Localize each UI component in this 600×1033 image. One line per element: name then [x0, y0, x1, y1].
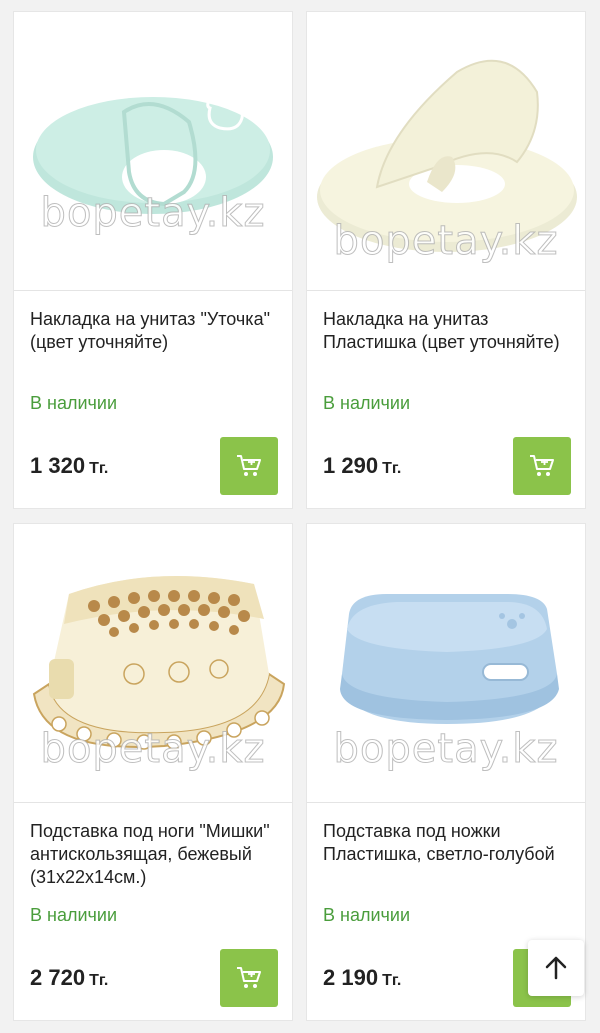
availability-status: В наличии: [30, 393, 118, 413]
product-price: 1 290 Тг.: [323, 453, 401, 479]
product-title[interactable]: Накладка на унитаз "Уточка" (цвет уточня…: [30, 308, 280, 354]
product-title[interactable]: Подставка под ножки Пластишка, светло-го…: [323, 820, 573, 866]
price-value: 2 720: [30, 965, 86, 990]
arrow-up-icon: [545, 956, 567, 980]
divider: [14, 802, 292, 803]
product-title[interactable]: Накладка на унитаз Пластишка (цвет уточн…: [323, 308, 573, 354]
watermark: bopetay.kz: [333, 218, 559, 265]
price-value: 1 320: [30, 453, 86, 478]
currency: Тг.: [382, 972, 402, 989]
divider: [307, 802, 585, 803]
availability-status: В наличии: [323, 905, 411, 925]
watermark: bopetay.kz: [40, 190, 266, 237]
divider: [307, 290, 585, 291]
price-value: 2 190: [323, 965, 379, 990]
product-price: 2 190 Тг.: [323, 965, 401, 991]
cart-icon: [530, 455, 554, 476]
price-value: 1 290: [323, 453, 379, 478]
product-card[interactable]: bopetay.kz Накладка на унитаз "Уточка" (…: [14, 12, 292, 508]
cart-icon: [237, 967, 261, 988]
cart-icon: [237, 455, 261, 476]
product-title[interactable]: Подставка под ноги "Мишки" антискользяща…: [30, 820, 280, 889]
product-price: 2 720 Тг.: [30, 965, 108, 991]
product-price: 1 320 Тг.: [30, 453, 108, 479]
currency: Тг.: [89, 460, 109, 477]
watermark: bopetay.kz: [40, 726, 266, 773]
availability-status: В наличии: [30, 905, 118, 925]
currency: Тг.: [382, 460, 402, 477]
product-card[interactable]: bopetay.kz Подставка под ноги "Мишки" ан…: [14, 524, 292, 1020]
product-image[interactable]: bopetay.kz: [14, 524, 292, 802]
product-card[interactable]: bopetay.kz Накладка на унитаз Пластишка …: [307, 12, 585, 508]
watermark: bopetay.kz: [333, 726, 559, 773]
add-to-cart-button[interactable]: [220, 437, 278, 495]
product-image[interactable]: bopetay.kz: [307, 524, 585, 802]
product-image[interactable]: bopetay.kz: [14, 12, 292, 290]
add-to-cart-button[interactable]: [220, 949, 278, 1007]
scroll-to-top-button[interactable]: [528, 940, 584, 996]
currency: Тг.: [89, 972, 109, 989]
availability-status: В наличии: [323, 393, 411, 413]
add-to-cart-button[interactable]: [513, 437, 571, 495]
product-image[interactable]: bopetay.kz: [307, 12, 585, 290]
divider: [14, 290, 292, 291]
